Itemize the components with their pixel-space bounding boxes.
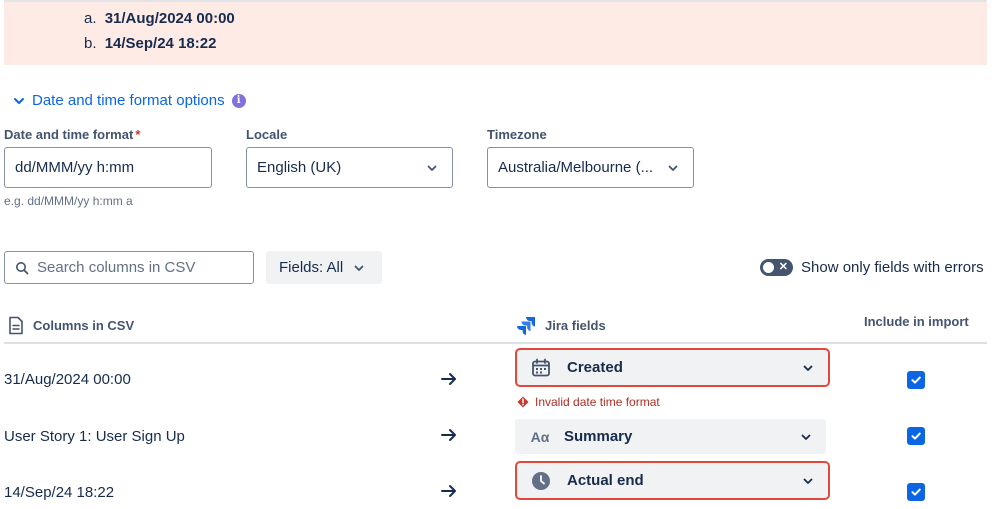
search-placeholder: Search columns in CSV bbox=[37, 259, 196, 276]
jira-field-select[interactable]: Actual end bbox=[515, 461, 830, 500]
toggle-knob bbox=[763, 262, 774, 273]
error-value-list: a. 31/Aug/2024 00:00 b. 14/Sep/24 18:22 bbox=[84, 6, 235, 56]
jira-field-label: Summary bbox=[564, 428, 633, 445]
format-options-label: Date and time format options bbox=[32, 92, 225, 109]
datetime-format-label-text: Date and time format bbox=[4, 127, 134, 142]
locale-label: Locale bbox=[246, 127, 288, 142]
error-value: 31/Aug/2024 00:00 bbox=[104, 10, 235, 27]
chevron-down-icon bbox=[668, 165, 678, 171]
errors-only-label: Show only fields with errors bbox=[801, 259, 984, 276]
error-list-item: b. 14/Sep/24 18:22 bbox=[84, 31, 235, 56]
field-error-text: Invalid date time format bbox=[535, 395, 660, 409]
timezone-value: Australia/Melbourne (... bbox=[498, 159, 654, 176]
jira-field-label: Actual end bbox=[567, 472, 644, 489]
checkmark-icon bbox=[911, 488, 921, 496]
error-value: 14/Sep/24 18:22 bbox=[104, 35, 217, 52]
field-error-message: Invalid date time format bbox=[517, 395, 660, 409]
datetime-format-label: Date and time format * bbox=[4, 127, 140, 142]
include-checkbox[interactable] bbox=[907, 483, 925, 501]
header-divider bbox=[4, 342, 987, 344]
error-list-item: a. 31/Aug/2024 00:00 bbox=[84, 6, 235, 31]
csv-column-header: Columns in CSV bbox=[8, 316, 134, 335]
jira-fields-header-label: Jira fields bbox=[545, 318, 606, 333]
locale-value: English (UK) bbox=[257, 159, 342, 176]
list-marker: b. bbox=[84, 35, 97, 52]
chevron-down-icon bbox=[354, 265, 364, 271]
arrow-right-icon bbox=[441, 485, 456, 497]
calendar-icon bbox=[531, 358, 551, 378]
clock-icon bbox=[531, 471, 551, 491]
datetime-format-input[interactable]: dd/MMM/yy h:mm bbox=[4, 147, 212, 188]
include-checkbox[interactable] bbox=[907, 371, 925, 389]
required-marker: * bbox=[135, 127, 141, 142]
jira-field-select[interactable]: Aα Summary bbox=[515, 419, 826, 454]
include-checkbox[interactable] bbox=[907, 427, 925, 445]
list-marker: a. bbox=[84, 10, 97, 27]
datetime-format-helper: e.g. dd/MMM/yy h:mm a bbox=[4, 194, 133, 208]
chevron-down-icon bbox=[427, 165, 437, 171]
include-header: Include in import bbox=[864, 314, 969, 329]
text-field-icon: Aα bbox=[530, 428, 550, 445]
jira-fields-header: Jira fields bbox=[517, 316, 606, 335]
document-icon bbox=[9, 316, 23, 335]
error-banner: a. 31/Aug/2024 00:00 b. 14/Sep/24 18:22 bbox=[4, 0, 987, 65]
jira-field-label: Created bbox=[567, 359, 623, 376]
errors-only-toggle[interactable]: ✕ bbox=[760, 259, 793, 276]
datetime-format-value: dd/MMM/yy h:mm bbox=[15, 159, 135, 176]
chevron-down-icon bbox=[14, 97, 24, 104]
timezone-select[interactable]: Australia/Melbourne (... bbox=[487, 147, 694, 188]
chevron-down-icon bbox=[803, 478, 813, 484]
arrow-right-icon bbox=[441, 429, 456, 441]
chevron-down-icon bbox=[803, 365, 813, 371]
csv-column-header-label: Columns in CSV bbox=[33, 318, 135, 333]
chevron-down-icon bbox=[801, 434, 811, 440]
csv-column-value: 31/Aug/2024 00:00 bbox=[4, 371, 131, 388]
locale-select[interactable]: English (UK) bbox=[246, 147, 453, 188]
csv-column-value: 14/Sep/24 18:22 bbox=[4, 484, 115, 501]
search-icon bbox=[16, 261, 29, 274]
jira-logo-icon bbox=[517, 317, 535, 335]
fields-filter-button[interactable]: Fields: All bbox=[266, 251, 382, 284]
csv-column-value: User Story 1: User Sign Up bbox=[4, 428, 185, 445]
search-input[interactable]: Search columns in CSV bbox=[4, 251, 254, 284]
error-icon bbox=[517, 396, 529, 408]
info-icon[interactable]: i bbox=[231, 93, 246, 108]
checkmark-icon bbox=[911, 376, 921, 384]
format-options-toggle[interactable]: Date and time format options i bbox=[12, 92, 246, 109]
checkmark-icon bbox=[911, 432, 921, 440]
close-icon: ✕ bbox=[778, 261, 788, 273]
fields-filter-label: Fields: All bbox=[279, 259, 344, 276]
jira-field-select[interactable]: Created bbox=[515, 348, 830, 387]
arrow-right-icon bbox=[441, 373, 456, 385]
timezone-label: Timezone bbox=[487, 127, 547, 142]
